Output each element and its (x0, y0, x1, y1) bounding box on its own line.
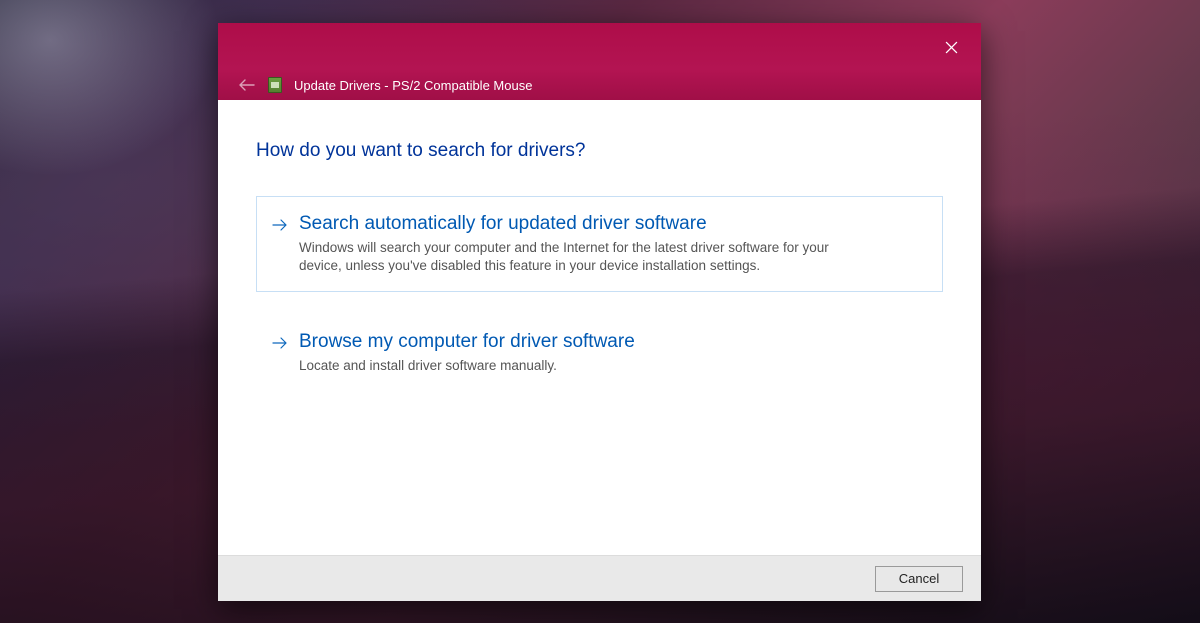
update-drivers-dialog: Update Drivers - PS/2 Compatible Mouse H… (218, 23, 981, 601)
desktop-wallpaper-highlight (0, 0, 250, 200)
titlebar: Update Drivers - PS/2 Compatible Mouse (218, 23, 981, 100)
dialog-footer: Cancel (218, 555, 981, 601)
dialog-body: How do you want to search for drivers? S… (218, 100, 981, 555)
title-row: Update Drivers - PS/2 Compatible Mouse (238, 76, 532, 94)
arrow-left-icon (239, 79, 255, 91)
option-title: Browse my computer for driver software (299, 331, 928, 353)
option-title: Search automatically for updated driver … (299, 213, 928, 235)
option-description: Locate and install driver software manua… (299, 357, 839, 375)
prompt-heading: How do you want to search for drivers? (256, 140, 943, 162)
arrow-right-icon (271, 331, 289, 375)
dialog-title: Update Drivers - PS/2 Compatible Mouse (294, 78, 532, 93)
close-button[interactable] (935, 31, 967, 63)
option-search-automatically[interactable]: Search automatically for updated driver … (256, 196, 943, 292)
option-browse-computer[interactable]: Browse my computer for driver software L… (256, 314, 943, 392)
arrow-right-icon (271, 213, 289, 275)
back-button[interactable] (238, 76, 256, 94)
close-icon (945, 41, 958, 54)
option-text: Search automatically for updated driver … (299, 213, 928, 275)
cancel-button[interactable]: Cancel (875, 566, 963, 592)
option-text: Browse my computer for driver software L… (299, 331, 928, 375)
device-icon (268, 77, 282, 93)
option-description: Windows will search your computer and th… (299, 239, 839, 275)
